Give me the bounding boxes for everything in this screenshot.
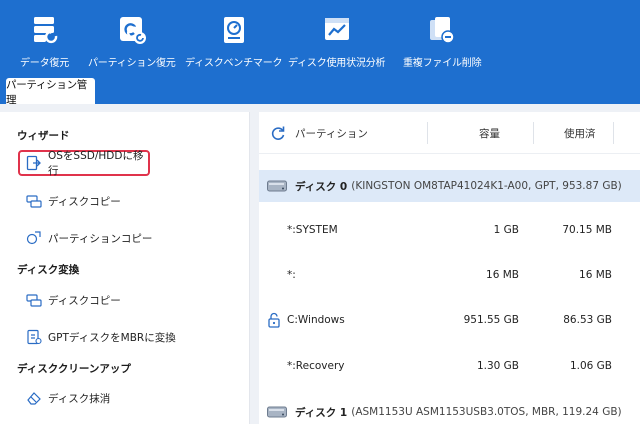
partition-capacity: 16 MB (486, 269, 519, 281)
disk-info: (ASM1153U ASM1153USB3.0TOS, MBR, 119.24 … (351, 406, 622, 418)
convert-disk-copy-label: ディスクコピー (48, 294, 121, 307)
table-row[interactable]: *: 16 MB 16 MB (259, 257, 640, 295)
convert-disk-copy-button[interactable]: ディスクコピー (18, 287, 228, 313)
duplicate-file-delete-icon (430, 17, 455, 44)
wizard-disk-copy-label: ディスクコピー (48, 195, 121, 208)
header-used[interactable]: 使用済 (564, 126, 596, 141)
table-header: パーティション 容量 使用済 (259, 112, 640, 154)
wizard-disk-copy-button[interactable]: ディスクコピー (18, 188, 228, 214)
migrate-os-button[interactable]: OSをSSD/HDDに移行 (18, 150, 150, 177)
migrate-os-label: OSをSSD/HDDに移行 (48, 150, 144, 177)
toolbar-duplicate-delete-label: 重複ファイル削除 (403, 58, 482, 69)
disk-name: ディスク 0 (295, 180, 348, 193)
partition-capacity: 1.30 GB (476, 360, 519, 372)
partition-name: *:SYSTEM (287, 224, 338, 236)
toolbar-disk-usage-button[interactable]: ディスク使用状況分析 (288, 14, 386, 72)
table-row[interactable]: *:SYSTEM 1 GB 70.15 MB (259, 212, 640, 250)
disk-name: ディスク 1 (295, 406, 348, 419)
header-divider (613, 122, 614, 144)
partition-used: 1.06 GB (569, 360, 612, 372)
partition-name: *:Recovery (287, 360, 345, 372)
main-toolbar: データ復元 パーティション復元 ディスクベンチマーク ディスク使用状況分析 重複… (0, 0, 640, 80)
disk-info: (KINGSTON OM8TAP41024K1-A00, GPT, 953.87… (351, 180, 622, 192)
header-divider (427, 122, 428, 144)
disk-row[interactable]: ディスク 0 (KINGSTON OM8TAP41024K1-A00, GPT,… (259, 170, 640, 202)
lock-icon (268, 312, 280, 328)
partition-used: 86.53 GB (563, 314, 612, 326)
gpt-to-mbr-button[interactable]: GPTディスクをMBRに変換 (18, 324, 228, 350)
toolbar-disk-benchmark-button[interactable]: ディスクベンチマーク (185, 14, 283, 72)
partition-capacity: 1 GB (493, 224, 519, 236)
header-partition[interactable]: パーティション (295, 126, 368, 141)
partition-used: 16 MB (579, 269, 612, 281)
toolbar-disk-benchmark-label: ディスクベンチマーク (185, 58, 283, 69)
cleanup-section-title: ディスククリーンアップ (17, 363, 131, 375)
disk-copy-icon (26, 294, 42, 307)
migrate-os-icon (26, 155, 41, 171)
header-divider (533, 122, 534, 144)
data-recovery-icon (33, 17, 57, 44)
disk-usage-analysis-icon (324, 18, 349, 40)
toolbar-data-recovery-label: データ復元 (20, 58, 69, 69)
toolbar-partition-recovery-label: パーティション復元 (88, 58, 176, 69)
toolbar-disk-usage-label: ディスク使用状況分析 (288, 58, 386, 69)
hard-drive-icon (267, 406, 287, 418)
wizard-sidebar: ウィザード OSをSSD/HDDに移行 ディスクコピー パーティションコピー デ… (0, 112, 250, 424)
toolbar-partition-recovery-button[interactable]: パーティション復元 (88, 14, 176, 72)
partition-name: C:Windows (287, 314, 345, 326)
partition-copy-button[interactable]: パーティションコピー (18, 225, 228, 251)
header-capacity[interactable]: 容量 (479, 126, 500, 141)
hard-drive-icon (267, 180, 287, 192)
partition-used: 70.15 MB (562, 224, 612, 236)
disk-benchmark-icon (223, 17, 244, 43)
partition-table: パーティション 容量 使用済 ディスク 0 (KINGSTON OM8TAP41… (259, 112, 640, 424)
disk-erase-button[interactable]: ディスク抹消 (18, 385, 228, 411)
gpt-to-mbr-label: GPTディスクをMBRに変換 (48, 331, 176, 344)
partition-recovery-icon (119, 17, 146, 44)
tab-partition-management[interactable]: パーティション管理 (6, 78, 95, 106)
gpt-to-mbr-icon (27, 329, 42, 345)
convert-section-title: ディスク変換 (17, 264, 80, 276)
tab-bar: パーティション管理 (0, 78, 640, 106)
toolbar-data-recovery-button[interactable]: データ復元 (20, 14, 69, 72)
partition-copy-icon (26, 231, 41, 245)
wizard-section-title: ウィザード (17, 130, 70, 142)
toolbar-duplicate-delete-button[interactable]: 重複ファイル削除 (403, 14, 482, 72)
partition-capacity: 951.55 GB (463, 314, 519, 326)
disk-copy-icon (26, 195, 42, 208)
eraser-icon (27, 392, 41, 405)
partition-copy-label: パーティションコピー (48, 232, 153, 245)
partition-name: *: (287, 269, 296, 281)
main-content: ウィザード OSをSSD/HDDに移行 ディスクコピー パーティションコピー デ… (0, 104, 640, 424)
table-row[interactable]: C:Windows 951.55 GB 86.53 GB (259, 302, 640, 340)
disk-erase-label: ディスク抹消 (48, 392, 111, 405)
refresh-icon[interactable] (270, 125, 286, 141)
disk-row[interactable]: ディスク 1 (ASM1153U ASM1153USB3.0TOS, MBR, … (259, 400, 640, 424)
table-row[interactable]: *:Recovery 1.30 GB 1.06 GB (259, 348, 640, 386)
